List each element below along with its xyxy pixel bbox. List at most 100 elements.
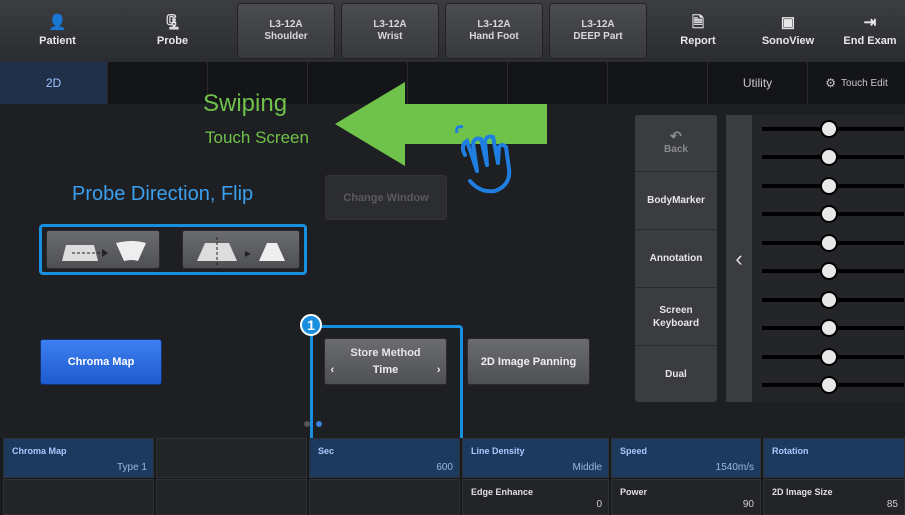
report-button[interactable]: 🗎 Report bbox=[658, 3, 738, 59]
preset-name-label: Wrist bbox=[377, 31, 403, 42]
patient-button[interactable]: 👤 Patient bbox=[10, 3, 105, 59]
report-label: Report bbox=[680, 35, 716, 47]
slider-knob[interactable] bbox=[822, 236, 836, 250]
patient-icon: 👤 bbox=[48, 14, 67, 31]
tab-2d[interactable]: 2D bbox=[0, 62, 108, 104]
patient-label: Patient bbox=[39, 35, 76, 47]
param-label: Sec bbox=[318, 446, 335, 456]
param-line-density[interactable]: Line Density Middle bbox=[462, 438, 609, 478]
param-value: 600 bbox=[436, 462, 453, 473]
param-label: Line Density bbox=[471, 446, 525, 456]
preset-name-label: Hand Foot bbox=[469, 31, 519, 42]
preset-wrist-button[interactable]: L3-12A Wrist bbox=[341, 3, 439, 59]
tgc-slider[interactable] bbox=[762, 378, 904, 392]
param-power[interactable]: Power 90 bbox=[611, 479, 761, 515]
screen-keyboard-label-1: Screen bbox=[659, 304, 693, 316]
tab-empty[interactable] bbox=[108, 62, 208, 104]
tgc-slider[interactable] bbox=[762, 207, 904, 221]
probe-flip-icon bbox=[197, 236, 285, 265]
preset-shoulder-button[interactable]: L3-12A Shoulder bbox=[237, 3, 335, 59]
touch-screen-caption: Touch Screen bbox=[205, 128, 309, 147]
param-value: Type 1 bbox=[116, 462, 147, 473]
param-label: Rotation bbox=[772, 446, 809, 456]
body-marker-button[interactable]: BodyMarker bbox=[635, 171, 717, 229]
param-chroma-map[interactable]: Chroma Map Type 1 bbox=[3, 438, 154, 478]
screen-keyboard-button[interactable]: Screen Keyboard bbox=[635, 287, 717, 345]
param-empty[interactable] bbox=[156, 479, 307, 515]
image-panning-button[interactable]: 2D Image Panning bbox=[467, 338, 590, 385]
tab-empty[interactable] bbox=[608, 62, 708, 104]
dual-button[interactable]: Dual bbox=[635, 345, 717, 402]
param-2d-image-size[interactable]: 2D Image Size 85 bbox=[763, 479, 905, 515]
preset-name-label: Shoulder bbox=[264, 31, 308, 42]
tgc-slider[interactable] bbox=[762, 264, 904, 278]
preset-probe-label: L3-12A bbox=[269, 19, 303, 30]
tgc-slider[interactable] bbox=[762, 293, 904, 307]
tgc-slider[interactable] bbox=[762, 236, 904, 250]
tab-utility[interactable]: Utility bbox=[708, 62, 808, 104]
probe-direction-button[interactable] bbox=[46, 230, 160, 269]
preset-deep-part-button[interactable]: L3-12A DEEP Part bbox=[549, 3, 647, 59]
param-value: 90 bbox=[742, 499, 754, 510]
annotation-button[interactable]: Annotation bbox=[635, 229, 717, 287]
page-dot-active[interactable] bbox=[316, 421, 322, 427]
slider-knob[interactable] bbox=[822, 150, 836, 164]
page-dot[interactable] bbox=[304, 421, 310, 427]
tgc-slider[interactable] bbox=[762, 179, 904, 193]
param-value: 0 bbox=[596, 499, 602, 510]
sonoview-icon: ▣ bbox=[780, 14, 796, 31]
param-empty[interactable] bbox=[309, 479, 460, 515]
back-icon: ↶ bbox=[670, 128, 682, 144]
param-empty[interactable] bbox=[156, 438, 307, 478]
tgc-slider[interactable] bbox=[762, 150, 904, 164]
side-panel: ↶ Back BodyMarker Annotation Screen Keyb… bbox=[635, 115, 717, 402]
param-sec[interactable]: Sec 600 bbox=[309, 438, 460, 478]
slider-knob[interactable] bbox=[822, 321, 836, 335]
param-empty[interactable] bbox=[3, 479, 154, 515]
touch-edit-icon: ⚙ bbox=[825, 76, 837, 90]
param-edge-enhance[interactable]: Edge Enhance 0 bbox=[462, 479, 609, 515]
preset-name-label: DEEP Part bbox=[573, 31, 623, 42]
param-label: 2D Image Size bbox=[772, 487, 833, 497]
param-speed[interactable]: Speed 1540m/s bbox=[611, 438, 761, 478]
swipe-hand-icon bbox=[455, 125, 512, 194]
probe-direction-caption: Probe Direction, Flip bbox=[72, 183, 254, 205]
param-label: Speed bbox=[620, 446, 648, 456]
end-exam-button[interactable]: ⇥ End Exam bbox=[835, 3, 905, 59]
probe-button[interactable]: 🗜 Probe bbox=[125, 3, 220, 59]
back-button[interactable]: ↶ Back bbox=[635, 115, 717, 171]
slider-knob[interactable] bbox=[822, 207, 836, 221]
tgc-slider-panel: ‹ bbox=[726, 115, 904, 402]
param-value: 1540m/s bbox=[715, 462, 754, 473]
touch-edit-button[interactable]: ⚙ Touch Edit bbox=[808, 62, 905, 104]
slider-knob[interactable] bbox=[822, 179, 836, 193]
collapse-sliders-button[interactable]: ‹ bbox=[726, 115, 752, 402]
tgc-slider[interactable] bbox=[762, 350, 904, 364]
swiping-caption: Swiping bbox=[203, 90, 288, 117]
probe-icon: 🗜 bbox=[162, 14, 183, 31]
slider-knob[interactable] bbox=[822, 378, 836, 392]
slider-knob[interactable] bbox=[822, 293, 836, 307]
preset-hand-foot-button[interactable]: L3-12A Hand Foot bbox=[445, 3, 543, 59]
end-exam-label: End Exam bbox=[843, 35, 897, 47]
sonoview-button[interactable]: ▣ SonoView bbox=[748, 3, 828, 59]
slider-knob[interactable] bbox=[822, 122, 836, 136]
touch-edit-label: Touch Edit bbox=[841, 77, 888, 89]
tgc-slider[interactable] bbox=[762, 122, 904, 136]
callout-number-badge: 1 bbox=[300, 314, 322, 336]
screen-keyboard-label-2: Keyboard bbox=[652, 317, 700, 329]
preset-probe-label: L3-12A bbox=[477, 19, 511, 30]
param-rotation[interactable]: Rotation bbox=[763, 438, 905, 478]
probe-label: Probe bbox=[156, 35, 189, 47]
slider-knob[interactable] bbox=[822, 264, 836, 278]
param-label: Edge Enhance bbox=[471, 487, 534, 497]
param-value: Middle bbox=[572, 462, 602, 473]
param-value: 85 bbox=[886, 499, 898, 510]
change-window-button[interactable]: Change Window bbox=[325, 175, 447, 220]
tgc-slider[interactable] bbox=[762, 321, 904, 335]
back-label: Back bbox=[664, 144, 688, 155]
slider-knob[interactable] bbox=[822, 350, 836, 364]
probe-flip-button[interactable] bbox=[182, 230, 300, 269]
report-icon: 🗎 bbox=[691, 14, 705, 31]
chroma-map-button[interactable]: Chroma Map bbox=[40, 339, 162, 385]
